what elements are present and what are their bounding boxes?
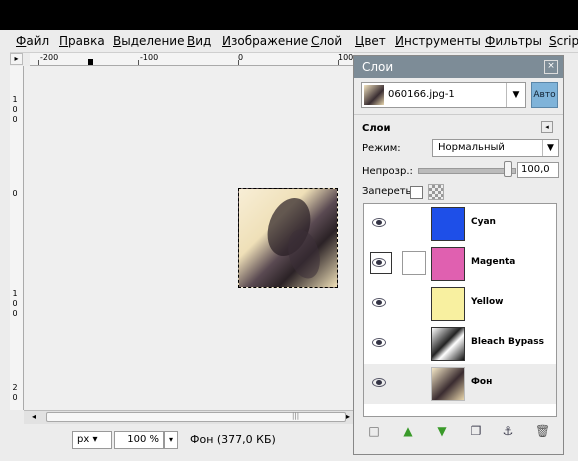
close-icon[interactable]: × xyxy=(544,60,558,74)
dock-title: Слои xyxy=(362,60,394,74)
layer-name: Фон xyxy=(471,377,493,387)
scrollbar-grip-icon: ||| xyxy=(292,412,300,420)
lock-checkbox[interactable] xyxy=(410,186,423,199)
layer-thumb xyxy=(431,287,465,321)
layer-row[interactable]: Bleach Bypass xyxy=(364,324,556,364)
ruler-label: 2 xyxy=(12,383,18,392)
unit-value: px xyxy=(77,434,90,445)
zoom-dropdown-icon[interactable]: ▾ xyxy=(164,431,178,449)
layer-name: Magenta xyxy=(471,257,516,267)
menubar: Файл Правка Выделение Вид Изображение Сл… xyxy=(10,30,578,53)
menu-filters[interactable]: Фильтры xyxy=(485,34,542,48)
menu-layer[interactable]: Слой xyxy=(311,34,342,48)
ruler-tick xyxy=(138,60,139,65)
ruler-label: 1 xyxy=(12,95,18,104)
layers-section-title: Слои xyxy=(362,123,391,134)
lock-alpha-icon[interactable] xyxy=(428,184,444,200)
chevron-down-icon[interactable]: ▼ xyxy=(506,83,525,107)
dock-titlebar[interactable]: Слои × xyxy=(354,56,563,78)
auto-button[interactable]: Авто xyxy=(531,82,558,108)
ruler-label: 1 xyxy=(12,289,18,298)
scroll-right-icon[interactable]: ▸ xyxy=(346,412,350,421)
opacity-slider[interactable] xyxy=(418,168,516,174)
ruler-label: 0 xyxy=(12,299,18,308)
layer-row[interactable]: Фон xyxy=(364,364,556,404)
scroll-left-icon[interactable]: ◂ xyxy=(32,412,36,421)
ruler-label: -100 xyxy=(140,53,159,62)
menu-color[interactable]: Цвет xyxy=(355,34,386,48)
menu-tools[interactable]: Инструменты xyxy=(395,34,481,48)
image-selector-label: 060166.jpg-1 xyxy=(388,89,455,100)
ruler-label: 0 xyxy=(12,115,18,124)
mode-value: Нормальный xyxy=(438,142,505,153)
image-selector[interactable]: 060166.jpg-1 ▼ xyxy=(361,82,526,108)
layer-name: Cyan xyxy=(471,217,496,227)
anchor-layer-icon[interactable]: ⚓ xyxy=(501,424,515,438)
status-info: Фон (377,0 КБ) xyxy=(190,433,276,446)
horizontal-scrollbar[interactable]: ◂ ||| ▸ xyxy=(24,410,354,424)
unit-combo[interactable]: px ▾ xyxy=(72,431,112,449)
divider xyxy=(354,114,563,115)
layer-thumb xyxy=(431,247,465,281)
vertical-ruler: 1 0 0 0 1 0 0 2 0 xyxy=(10,66,24,410)
opacity-value: 100,0 xyxy=(521,164,550,175)
layers-dock: Слои × 060166.jpg-1 ▼ Авто Слои ◂ Режим:… xyxy=(353,55,564,455)
ruler-label: 0 xyxy=(12,105,18,114)
layer-thumb xyxy=(431,207,465,241)
menu-view[interactable]: Вид xyxy=(187,34,211,48)
layer-name: Bleach Bypass xyxy=(471,337,544,347)
opacity-slider-handle[interactable] xyxy=(504,161,512,177)
ruler-tick xyxy=(338,60,339,65)
layer-toolbar: □ ▲ ▼ ❐ ⚓ 🗑 xyxy=(363,422,557,442)
layer-row[interactable]: Yellow xyxy=(364,284,556,324)
opacity-label: Непрозр.: xyxy=(362,166,413,177)
menu-edit[interactable]: Правка xyxy=(59,34,105,48)
zoom-combo[interactable]: 100 % xyxy=(114,431,164,449)
ruler-label: 0 xyxy=(12,189,18,198)
delete-layer-icon[interactable]: 🗑 xyxy=(535,424,550,438)
menu-select[interactable]: Выделение xyxy=(113,34,184,48)
menu-file[interactable]: Файл xyxy=(16,34,49,48)
ruler-tick xyxy=(238,60,239,65)
ruler-label: 100 xyxy=(338,53,354,62)
visibility-eye-icon[interactable] xyxy=(372,298,386,307)
navigate-corner-button[interactable]: ▸ xyxy=(10,53,23,65)
ruler-tick xyxy=(38,60,39,65)
mode-combo[interactable]: Нормальный ▼ xyxy=(432,139,559,157)
tab-menu-icon[interactable]: ◂ xyxy=(541,121,553,133)
ruler-pointer xyxy=(88,59,93,65)
layer-mask-thumb[interactable] xyxy=(402,251,426,275)
layer-thumb xyxy=(431,367,465,401)
ruler-label: 0 xyxy=(12,393,18,402)
layer-thumb xyxy=(431,327,465,361)
scrollbar-thumb[interactable] xyxy=(46,412,346,422)
mode-label: Режим: xyxy=(362,143,401,154)
visibility-eye-icon[interactable] xyxy=(372,338,386,347)
opacity-spinbox[interactable]: 100,0 xyxy=(517,162,559,178)
image-thumb xyxy=(364,85,384,105)
menu-image[interactable]: Изображение xyxy=(222,34,308,48)
layers-list: Cyan Magenta Yellow Bleach Bypass Фон xyxy=(363,203,557,417)
ruler-label: 0 xyxy=(12,309,18,318)
visibility-eye-icon[interactable] xyxy=(372,218,386,227)
ruler-label: -200 xyxy=(40,53,59,62)
duplicate-layer-icon[interactable]: ❐ xyxy=(469,424,483,438)
layer-row[interactable]: Magenta xyxy=(364,244,556,284)
visibility-eye-icon[interactable] xyxy=(372,378,386,387)
raise-layer-icon[interactable]: ▲ xyxy=(401,424,415,438)
new-layer-icon[interactable]: □ xyxy=(367,424,381,438)
zoom-value: 100 % xyxy=(127,434,159,445)
layer-name: Yellow xyxy=(471,297,504,307)
statusbar: px ▾ 100 % ▾ Фон (377,0 КБ) xyxy=(10,425,354,455)
lock-label: Запереть: xyxy=(362,186,415,197)
lower-layer-icon[interactable]: ▼ xyxy=(435,424,449,438)
layer-row[interactable]: Cyan xyxy=(364,204,556,244)
image-layer-preview[interactable] xyxy=(238,188,338,288)
visibility-eye-icon[interactable] xyxy=(372,258,386,267)
chevron-down-icon: ▼ xyxy=(542,140,558,156)
horizontal-ruler: -200 -100 0 100 xyxy=(30,53,354,66)
menu-script[interactable]: Scrip xyxy=(549,34,578,48)
